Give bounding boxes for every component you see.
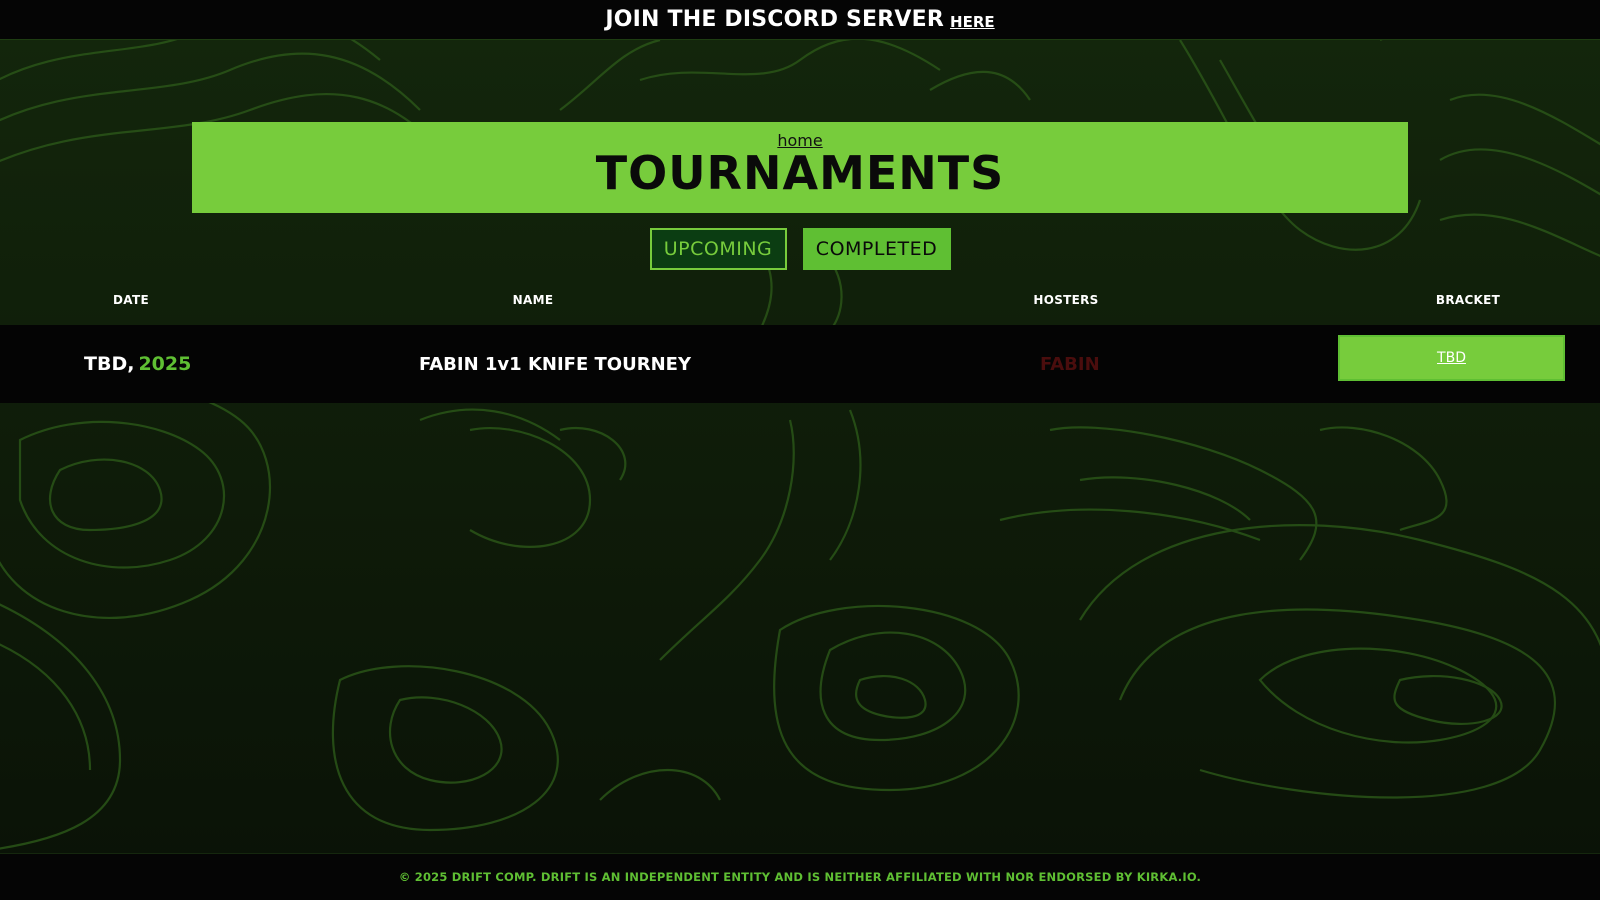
tab-upcoming[interactable]: UPCOMING [649,228,787,270]
table-header: DATE NAME HOSTERS BRACKET [0,293,1600,313]
tournament-tabs: UPCOMING COMPLETED [0,228,1600,270]
discord-link[interactable]: HERE [950,13,995,31]
tournament-date: TBD, 2025 [84,325,191,403]
date-prefix: TBD, [84,353,135,375]
footer-text: © 2025 DRIFT COMP. DRIFT IS AN INDEPENDE… [398,870,1202,884]
tab-completed[interactable]: COMPLETED [802,228,951,270]
discord-banner-text: JOIN THE DISCORD SERVER [605,7,945,32]
footer: © 2025 DRIFT COMP. DRIFT IS AN INDEPENDE… [0,853,1600,900]
column-header-bracket: BRACKET [1435,293,1501,307]
page-title: TOURNAMENTS [595,146,1005,200]
column-header-date: DATE [113,293,149,307]
page: JOIN THE DISCORD SERVER HERE home TOURNA… [0,0,1600,900]
page-header: home TOURNAMENTS [192,122,1408,213]
column-header-name: NAME [512,293,554,307]
table-row: TBD, 2025 FABIN 1v1 KNIFE TOURNEY FABIN … [0,325,1600,403]
date-year: 2025 [138,353,192,375]
tournament-hosters: FABIN [1040,353,1100,375]
discord-banner: JOIN THE DISCORD SERVER HERE [0,0,1600,40]
column-header-hosters: HOSTERS [1033,293,1099,307]
tournament-name: FABIN 1v1 KNIFE TOURNEY [419,353,691,375]
bracket-button[interactable]: TBD [1338,335,1565,381]
content: JOIN THE DISCORD SERVER HERE home TOURNA… [0,0,1600,900]
